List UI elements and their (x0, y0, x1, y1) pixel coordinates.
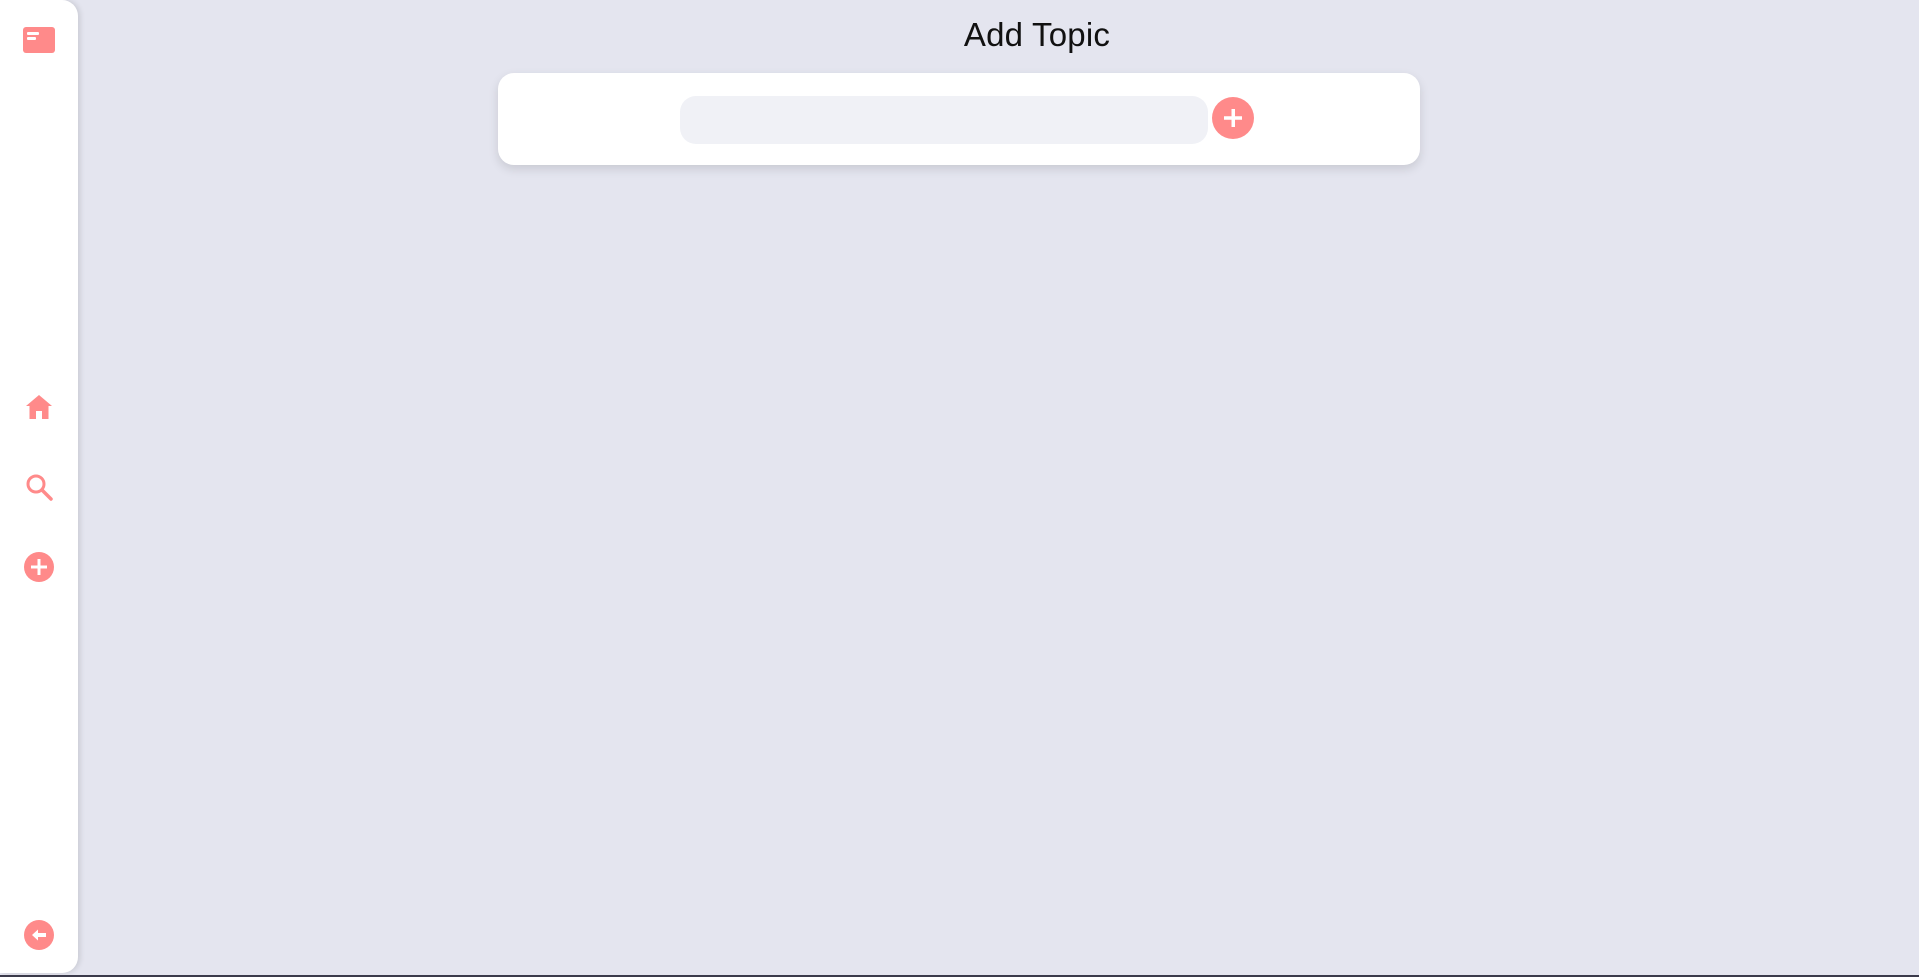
arrow-left-circle-icon (24, 920, 54, 950)
plus-circle-icon (24, 552, 54, 582)
logo-button[interactable] (19, 20, 59, 60)
card-list-icon (23, 27, 55, 53)
sidebar-item-home[interactable] (19, 387, 59, 427)
sidebar-item-search[interactable] (19, 467, 59, 507)
topic-input[interactable] (680, 96, 1208, 144)
home-icon (26, 395, 52, 419)
app-root: Add Topic (0, 0, 1919, 977)
back-button[interactable] (19, 915, 59, 955)
sidebar-item-add[interactable] (19, 547, 59, 587)
page-title: Add Topic (963, 16, 1111, 53)
add-topic-button[interactable] (1212, 97, 1254, 139)
add-topic-card (498, 73, 1420, 165)
main-content: Add Topic (78, 0, 1919, 973)
search-icon (26, 474, 53, 501)
plus-icon (1224, 109, 1242, 127)
sidebar (0, 0, 78, 973)
